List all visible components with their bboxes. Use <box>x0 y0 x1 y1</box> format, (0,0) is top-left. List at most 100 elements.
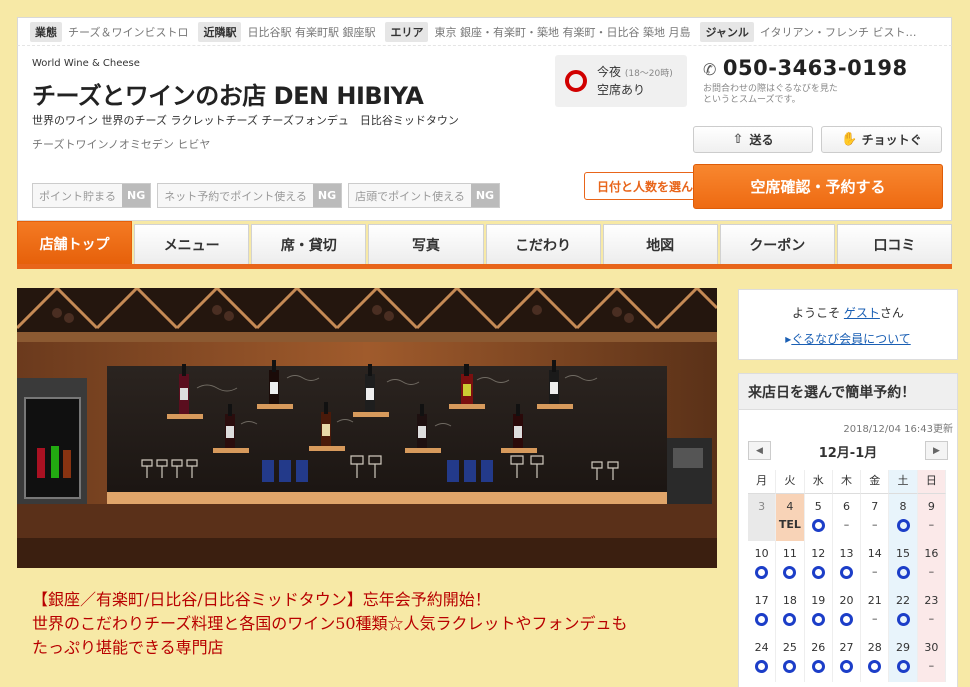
tab-2[interactable]: 席・貸切 <box>251 224 367 265</box>
calendar-day[interactable]: 22 <box>889 588 918 635</box>
day-number: 20 <box>839 594 854 607</box>
calendar-day[interactable]: 5 <box>805 494 833 541</box>
day-status <box>889 658 916 674</box>
calendar-day[interactable]: 4 TEL <box>776 494 805 541</box>
calendar-day[interactable]: 12 <box>805 541 833 588</box>
welcome-text: ようこそ ゲストさん <box>739 304 957 321</box>
day-status <box>889 517 916 533</box>
point-badge: 店頭でポイント使える NG <box>348 183 501 208</box>
day-number: 30 <box>924 641 939 654</box>
calendar-day[interactable]: 25 <box>776 635 805 682</box>
day-status <box>805 611 832 627</box>
send-button[interactable]: ⇧ 送る <box>693 126 813 153</box>
day-status-unavailable: – <box>928 518 935 531</box>
calendar-day[interactable]: 18 <box>776 588 805 635</box>
day-number: 7 <box>871 500 879 513</box>
day-number: 19 <box>811 594 826 607</box>
calendar-day[interactable]: 28 <box>861 635 890 682</box>
available-circle-icon <box>896 612 910 626</box>
day-number: 29 <box>896 641 911 654</box>
day-number: 3 <box>758 500 766 513</box>
shop-title: チーズとワインのお店 DEN HIBIYA <box>32 82 424 110</box>
calendar-day[interactable]: 17 <box>748 588 777 635</box>
point-label: 店頭でポイント使える <box>349 184 471 207</box>
category-value[interactable]: チーズ＆ワインビストロ <box>68 24 188 40</box>
calendar-day[interactable]: 10 <box>748 541 777 588</box>
tab-1[interactable]: メニュー <box>134 224 250 265</box>
point-status: NG <box>122 184 151 207</box>
category-value[interactable]: イタリアン・フレンチ ビスト… <box>760 24 917 40</box>
member-info-link[interactable]: ▸ぐるなび会員について <box>739 330 957 347</box>
day-number: 26 <box>811 641 826 654</box>
calendar-day: 23 – <box>917 588 946 635</box>
day-status <box>748 658 775 674</box>
seat-available: 空席あり <box>597 83 646 97</box>
weekday-header: 火 <box>776 470 805 494</box>
phone-text: 050-3463-0198 <box>722 56 908 80</box>
day-number: 12 <box>811 547 826 560</box>
share-icon: ⇧ <box>732 132 744 147</box>
calendar-title: 来店日を選んで簡単予約！ <box>739 374 957 410</box>
calendar-day: 30 – <box>917 635 946 682</box>
category-value[interactable]: 東京 銀座・有楽町・築地 有楽町・日比谷 築地 月島 <box>434 24 690 40</box>
day-number: 6 <box>842 500 850 513</box>
check-button[interactable]: ✋ チョットぐ <box>821 126 942 153</box>
calendar-day[interactable]: 26 <box>805 635 833 682</box>
day-status <box>776 564 803 580</box>
available-circle-icon <box>783 612 797 626</box>
available-circle-icon <box>839 659 853 673</box>
point-badge: ネット予約でポイント使える NG <box>157 183 343 208</box>
day-status <box>805 658 832 674</box>
tab-5[interactable]: 地図 <box>602 224 718 265</box>
day-number: 16 <box>924 547 939 560</box>
calendar-day[interactable]: 19 <box>805 588 833 635</box>
phone-note: お問合わせの際はぐるなびを見た というとスムーズです。 <box>703 84 838 105</box>
day-number: 23 <box>924 594 939 607</box>
available-circle-icon <box>755 565 769 579</box>
calendar-day[interactable]: 13 <box>833 541 862 588</box>
category-label: 業態 <box>30 21 62 42</box>
category-bar: 業態 チーズ＆ワインビストロ 近隣駅 日比谷駅 有楽町駅 銀座駅 エリア 東京 銀座・有楽… <box>17 17 952 45</box>
point-label: ポイント貯まる <box>33 184 122 207</box>
calendar-day[interactable]: 27 <box>833 635 862 682</box>
calendar-day[interactable]: 8 <box>889 494 918 541</box>
category-value[interactable]: 日比谷駅 有楽町駅 銀座駅 <box>247 24 375 40</box>
tab-4[interactable]: こだわり <box>485 224 601 265</box>
day-status <box>748 564 775 580</box>
available-circle-icon <box>839 612 853 626</box>
category-label: エリア <box>385 21 429 42</box>
day-status-unavailable: – <box>928 612 935 625</box>
available-circle-icon <box>811 565 825 579</box>
available-circle-icon <box>755 659 769 673</box>
calendar-grid: 月火水木金土日 3 4 TEL 5 6–7–8 9–10 11 12 13 14–15 16–17 18… <box>748 470 946 682</box>
calendar-day[interactable]: 20 <box>833 588 862 635</box>
tab-0[interactable]: 店舗トップ <box>17 221 133 265</box>
calendar-day[interactable]: 29 <box>889 635 918 682</box>
tab-7[interactable]: 口コミ <box>836 224 952 265</box>
tab-3[interactable]: 写真 <box>368 224 484 265</box>
calendar-day[interactable]: 15 <box>889 541 918 588</box>
shop-nav-tabs: 店舗トップ メニュー 席・貸切 写真 こだわり 地図 クーポン 口コミ <box>17 221 952 265</box>
phone-number[interactable]: ✆ 050-3463-0198 <box>703 56 908 80</box>
weekday-header: 木 <box>832 470 862 494</box>
guest-link[interactable]: ゲスト <box>844 306 880 320</box>
wine-bar-illustration <box>17 288 717 568</box>
send-label: 送る <box>749 133 774 147</box>
reserve-button[interactable]: 空席確認・予約する <box>693 164 943 209</box>
calendar-day[interactable]: 24 <box>748 635 777 682</box>
available-circle-icon <box>783 659 797 673</box>
next-month-button[interactable]: ▶ <box>925 441 948 460</box>
day-number: 17 <box>754 594 769 607</box>
welcome-box: ようこそ ゲストさん ▸ぐるなび会員について <box>738 289 958 360</box>
day-status <box>776 658 803 674</box>
weekday-header: 土 <box>889 470 918 494</box>
calendar-day: 3 <box>748 494 777 541</box>
calendar-day[interactable]: 11 <box>776 541 805 588</box>
check-hand-icon: ✋ <box>841 132 858 147</box>
reservation-calendar: 来店日を選んで簡単予約！ 2018/12/04 16:43更新 ◀ 12月-1月… <box>738 373 958 687</box>
available-circle-icon <box>811 612 825 626</box>
tab-6[interactable]: クーポン <box>719 224 835 265</box>
calendar-day: 7– <box>861 494 890 541</box>
seat-status[interactable]: 今夜 (18～20時) 空席あり <box>555 55 687 107</box>
available-circle-icon <box>755 612 769 626</box>
